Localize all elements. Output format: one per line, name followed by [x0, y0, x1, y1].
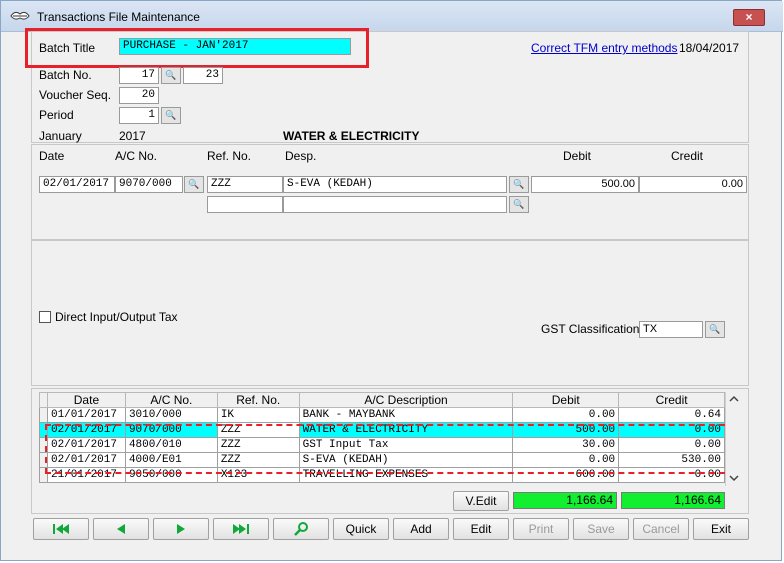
cell-desc[interactable]: BANK - MAYBANK — [298, 407, 514, 423]
entry-date-input[interactable]: 02/01/2017 — [39, 176, 115, 193]
voucher-seq-label: Voucher Seq. — [39, 88, 112, 102]
cell-ac[interactable]: 3010/000 — [124, 407, 218, 423]
month-label: January — [39, 129, 82, 143]
gst-classification-label: GST Classification — [541, 322, 640, 336]
previous-icon — [117, 524, 125, 534]
next-icon — [177, 524, 185, 534]
quick-button[interactable]: Quick — [333, 518, 389, 540]
period-label: Period — [39, 108, 74, 122]
col-credit-label: Credit — [671, 149, 704, 163]
entry-desp-input-2[interactable] — [283, 196, 507, 213]
batch-no-label: Batch No. — [39, 68, 92, 82]
cancel-button[interactable]: Cancel — [633, 518, 689, 540]
desp-lookup-icon-2[interactable]: 🔍 — [509, 196, 529, 213]
first-record-button[interactable] — [33, 518, 89, 540]
desp-lookup-icon[interactable]: 🔍 — [509, 176, 529, 193]
cell-date[interactable]: 01/01/2017 — [46, 407, 126, 423]
batch-lookup-icon[interactable]: 🔍 — [161, 67, 181, 84]
previous-record-button[interactable] — [93, 518, 149, 540]
entry-credit-input[interactable]: 0.00 — [639, 176, 747, 193]
year-label: 2017 — [119, 129, 146, 143]
header-ac: A/C No. — [124, 392, 218, 408]
edit-button[interactable]: Edit — [453, 518, 509, 540]
cell-debit[interactable]: 0.00 — [512, 407, 620, 423]
first-icon — [53, 524, 69, 534]
tfm-methods-link[interactable]: Correct TFM entry methods — [531, 41, 677, 55]
total-credit: 1,166.64 — [621, 492, 725, 509]
search-button[interactable] — [273, 518, 329, 540]
entry-desp-input[interactable]: S-EVA (KEDAH) — [283, 176, 507, 193]
table-header-row: Date A/C No. Ref. No. A/C Description De… — [39, 392, 725, 408]
period-lookup-icon[interactable]: 🔍 — [161, 107, 181, 124]
window-title: Transactions File Maintenance — [37, 10, 200, 24]
entry-ac-input[interactable]: 9070/000 — [115, 176, 183, 193]
exit-button[interactable]: Exit — [693, 518, 749, 540]
direct-tax-checkbox[interactable] — [39, 311, 51, 323]
search-icon — [294, 522, 308, 536]
direct-tax-label: Direct Input/Output Tax — [55, 310, 178, 324]
selected-rows-highlight — [45, 424, 735, 474]
batch-no-extra: 23 — [183, 67, 223, 84]
col-ref-label: Ref. No. — [207, 149, 252, 163]
batch-title-highlight — [25, 28, 369, 68]
table-row[interactable]: 01/01/2017 3010/000 IK BANK - MAYBANK 0.… — [39, 407, 725, 423]
last-record-button[interactable] — [213, 518, 269, 540]
last-icon — [233, 524, 249, 534]
gst-lookup-icon[interactable]: 🔍 — [705, 321, 725, 338]
header-credit: Credit — [618, 392, 725, 408]
header-date: Date — [46, 392, 126, 408]
add-button[interactable]: Add — [393, 518, 449, 540]
cell-ref[interactable]: IK — [216, 407, 300, 423]
entry-ref-input-2[interactable] — [207, 196, 283, 213]
batch-no-input[interactable]: 17 — [119, 67, 159, 84]
header-indicator — [39, 392, 48, 408]
next-record-button[interactable] — [153, 518, 209, 540]
vedit-button[interactable]: V.Edit — [453, 491, 509, 511]
close-icon: × — [745, 10, 753, 24]
ac-lookup-icon[interactable]: 🔍 — [184, 176, 204, 193]
gst-classification-input[interactable]: TX — [639, 321, 703, 338]
total-debit: 1,166.64 — [513, 492, 617, 509]
cell-credit[interactable]: 0.64 — [618, 407, 725, 423]
scroll-arrows-icon — [729, 395, 739, 482]
account-name-label: WATER & ELECTRICITY — [283, 129, 420, 143]
save-button[interactable]: Save — [573, 518, 629, 540]
voucher-seq-input[interactable]: 20 — [119, 87, 159, 104]
entry-ref-input[interactable]: ZZZ — [207, 176, 283, 193]
row-indicator — [39, 407, 48, 423]
col-date-label: Date — [39, 149, 65, 163]
close-button[interactable]: × — [733, 9, 765, 26]
col-ac-label: A/C No. — [115, 149, 158, 163]
header-ref: Ref. No. — [216, 392, 300, 408]
col-desp-label: Desp. — [285, 149, 317, 163]
period-input[interactable]: 1 — [119, 107, 159, 124]
main-window: Transactions File Maintenance × Batch Ti… — [0, 0, 783, 561]
print-button[interactable]: Print — [513, 518, 569, 540]
app-icon — [10, 11, 30, 20]
header-debit: Debit — [512, 392, 620, 408]
entry-debit-input[interactable]: 500.00 — [531, 176, 639, 193]
current-date: 18/04/2017 — [679, 41, 740, 55]
header-desc: A/C Description — [298, 392, 514, 408]
col-debit-label: Debit — [563, 149, 592, 163]
grid-scrollbar[interactable] — [725, 392, 742, 486]
